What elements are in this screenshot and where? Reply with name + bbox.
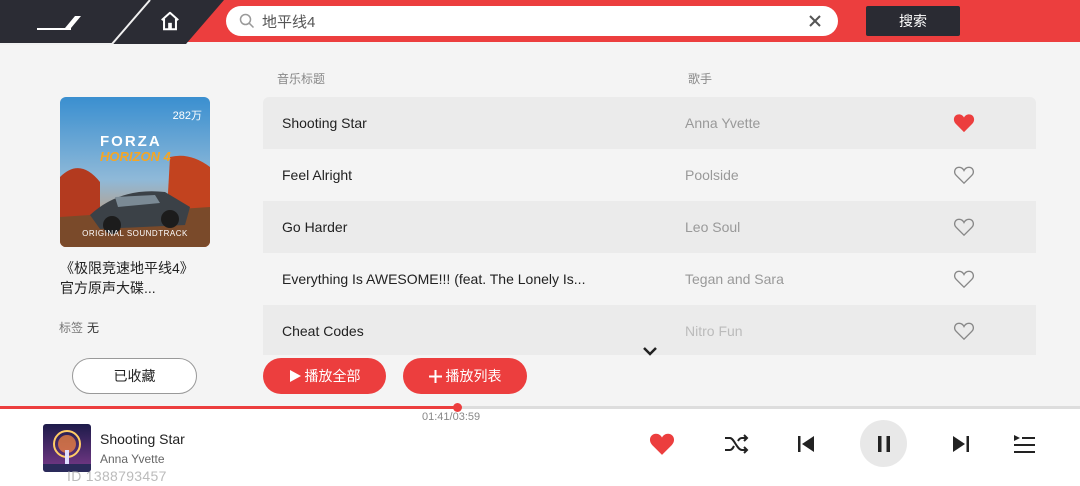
- song-row[interactable]: Go Harder Leo Soul: [263, 201, 1036, 253]
- now-playing-artist: Anna Yvette: [100, 452, 165, 466]
- now-playing-cover[interactable]: [43, 424, 91, 472]
- heart-outline-icon[interactable]: [951, 266, 977, 292]
- album-cover[interactable]: 282万 FORZA HORIZON 4 ORIGINAL SOUNDTRACK: [60, 97, 210, 247]
- song-artist: Nitro Fun: [685, 323, 743, 339]
- search-icon: [232, 6, 262, 36]
- skip-previous-icon: [798, 436, 814, 452]
- album-cover-footer: ORIGINAL SOUNDTRACK: [82, 229, 188, 238]
- song-artist: Poolside: [685, 167, 739, 183]
- heart-outline-icon[interactable]: [951, 162, 977, 188]
- back-icon: [37, 16, 81, 30]
- song-row[interactable]: Shooting Star Anna Yvette: [263, 97, 1036, 149]
- column-header-title: 音乐标题: [277, 72, 326, 86]
- play-icon: [289, 370, 301, 382]
- shuffle-icon: [725, 434, 749, 454]
- heart-outline-icon[interactable]: [951, 214, 977, 240]
- playlist-icon: [1014, 435, 1035, 453]
- album-title: 《极限竞速地平线4》 官方原声大碟...: [60, 258, 220, 298]
- album-cover-subtitle: HORIZON 4: [100, 149, 171, 164]
- song-title: Everything Is AWESOME!!! (feat. The Lone…: [282, 271, 586, 287]
- play-count: 282万: [172, 110, 202, 122]
- song-title: Shooting Star: [282, 115, 367, 131]
- now-playing-title: Shooting Star: [100, 431, 185, 447]
- album-tags: 标签无: [59, 319, 99, 336]
- skip-next-icon: [953, 436, 969, 452]
- album-title-line1: 《极限竞速地平线4》: [60, 260, 194, 276]
- song-title: Cheat Codes: [282, 323, 364, 339]
- song-title: Feel Alright: [282, 167, 353, 183]
- home-button[interactable]: [140, 4, 200, 38]
- song-row[interactable]: Everything Is AWESOME!!! (feat. The Lone…: [263, 253, 1036, 305]
- column-header-artist: 歌手: [688, 72, 713, 86]
- song-row[interactable]: Feel Alright Poolside: [263, 149, 1036, 201]
- album-cover-brand: FORZA: [100, 133, 162, 150]
- playlist-queue-button[interactable]: [1008, 428, 1040, 460]
- playback-time: 01:41/03:59: [422, 411, 481, 423]
- play-all-label: 播放全部: [304, 368, 361, 384]
- shuffle-button[interactable]: [721, 428, 753, 460]
- song-title: Go Harder: [282, 219, 348, 235]
- plus-icon: [428, 369, 442, 383]
- search-button[interactable]: 搜索: [866, 6, 960, 36]
- heart-outline-icon[interactable]: [951, 318, 977, 344]
- play-list-label: 播放列表: [445, 368, 502, 384]
- tags-value: 无: [87, 321, 100, 335]
- add-to-playlist-button[interactable]: 播放列表: [403, 358, 527, 394]
- clear-search-icon[interactable]: [798, 6, 832, 36]
- back-button[interactable]: [0, 0, 120, 44]
- song-artist: Anna Yvette: [685, 115, 761, 131]
- like-button[interactable]: [646, 428, 678, 460]
- home-icon: [161, 11, 179, 31]
- play-all-button[interactable]: 播放全部: [263, 358, 386, 394]
- progress-bar[interactable]: [0, 403, 1080, 412]
- search-input[interactable]: [262, 12, 798, 30]
- heart-filled-icon[interactable]: [951, 110, 977, 136]
- progress-fill: [0, 406, 457, 409]
- song-artist: Leo Soul: [685, 219, 741, 235]
- song-list: Shooting Star Anna Yvette Feel Alright P…: [263, 97, 1036, 355]
- now-playing-cover-art: [43, 424, 91, 472]
- pause-button[interactable]: [860, 420, 907, 467]
- heart-filled-icon: [649, 433, 675, 455]
- chevron-down-icon[interactable]: [640, 344, 660, 358]
- id-watermark: ID 1388793457: [67, 468, 167, 484]
- song-artist: Tegan and Sara: [685, 271, 784, 287]
- next-button[interactable]: [945, 428, 977, 460]
- tags-label: 标签: [59, 321, 84, 335]
- search-box: [226, 6, 838, 36]
- collected-button[interactable]: 已收藏: [72, 358, 197, 394]
- previous-button[interactable]: [790, 428, 822, 460]
- pause-icon: [877, 435, 890, 452]
- album-title-line2: 官方原声大碟...: [60, 280, 156, 296]
